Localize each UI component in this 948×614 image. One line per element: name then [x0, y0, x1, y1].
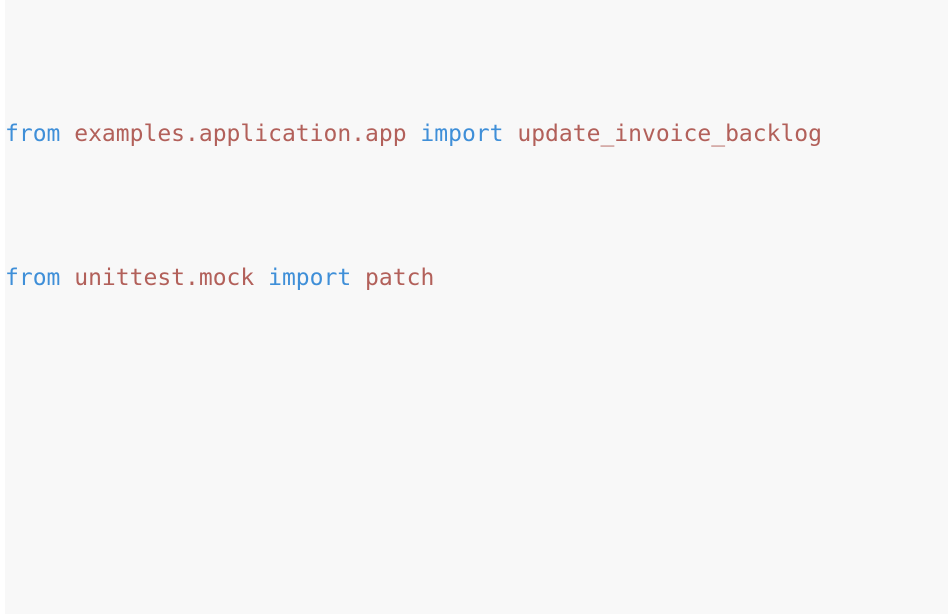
code-text-area[interactable]: from examples.application.app import upd…: [5, 8, 948, 614]
module-path: unittest.mock: [60, 265, 269, 291]
code-line-3-blank: [5, 404, 948, 440]
module-path: examples.application.app: [60, 121, 421, 147]
code-line-4-blank: [5, 512, 948, 548]
keyword-from: from: [5, 265, 61, 291]
imported-name: update_invoice_backlog: [503, 121, 823, 147]
keyword-from: from: [5, 121, 61, 147]
keyword-import: import: [268, 265, 352, 291]
imported-name: patch: [351, 265, 435, 291]
code-block[interactable]: from examples.application.app import upd…: [0, 0, 948, 614]
code-line-1: from examples.application.app import upd…: [5, 116, 948, 152]
keyword-import: import: [420, 121, 504, 147]
code-line-2: from unittest.mock import patch: [5, 260, 948, 296]
